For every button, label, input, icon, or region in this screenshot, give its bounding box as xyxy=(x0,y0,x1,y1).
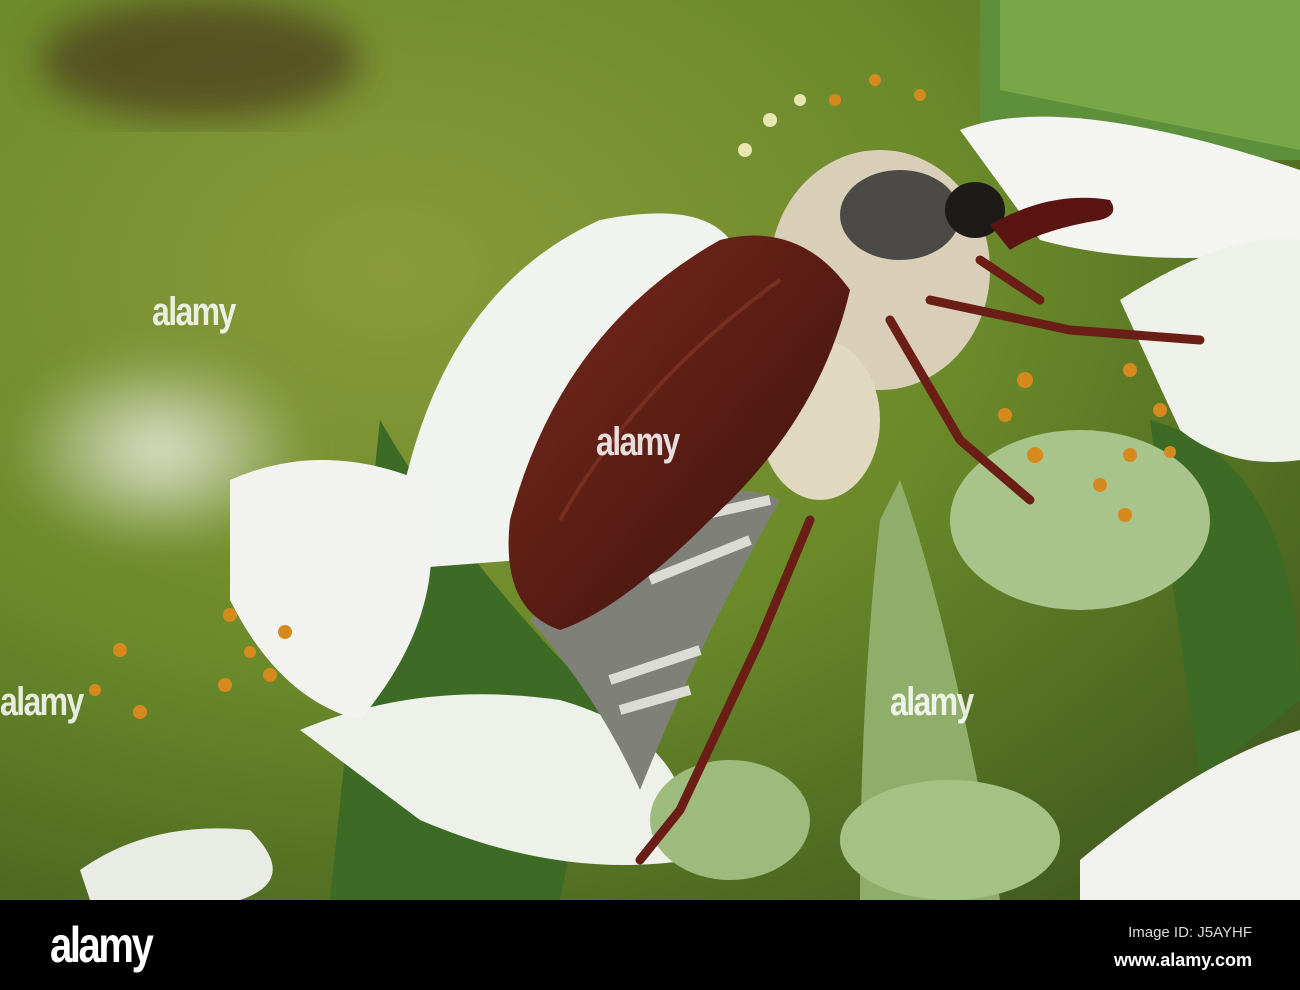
watermark: alamy xyxy=(596,420,680,464)
photo: alamy alamy alamy alamy xyxy=(0,0,1300,900)
watermark: alamy xyxy=(0,680,84,724)
image-id: Image ID: J5AYHF xyxy=(1128,924,1252,941)
watermark: alamy xyxy=(890,680,974,724)
footer-bar: alamy Image ID: J5AYHF www.alamy.com xyxy=(0,900,1300,990)
alamy-logo: alamy xyxy=(50,917,154,973)
watermark: alamy xyxy=(152,290,236,334)
site-url: www.alamy.com xyxy=(1113,950,1252,970)
